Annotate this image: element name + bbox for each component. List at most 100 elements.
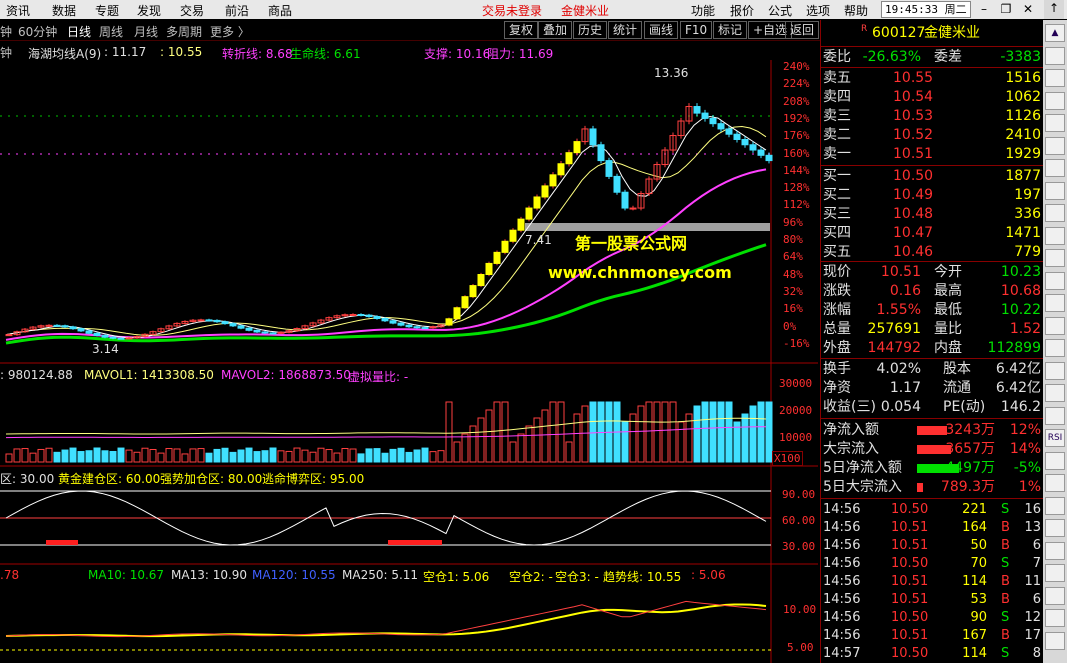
candle-body: [733, 133, 741, 140]
ask-row[interactable]: 卖二 10.52 2410: [821, 126, 1043, 145]
tick-row: 14:56 10.51 164 B 13: [821, 519, 1043, 537]
ask-price: 10.52: [893, 127, 934, 143]
bid-row[interactable]: 买五 10.46 779: [821, 243, 1043, 262]
login-status[interactable]: 交易未登录: [482, 2, 542, 19]
sidebar-button[interactable]: [1045, 69, 1065, 87]
sidebar-button[interactable]: [1045, 159, 1065, 177]
ask-row[interactable]: 卖五 10.55 1516: [821, 69, 1043, 88]
sidebar-button[interactable]: RSI: [1045, 429, 1065, 447]
period-min[interactable]: 钟: [0, 23, 12, 40]
menu-discover[interactable]: 发现: [137, 2, 161, 19]
sidebar-button[interactable]: [1045, 474, 1065, 492]
btn-overlay[interactable]: 叠加: [538, 21, 573, 39]
volume-bar: [13, 448, 21, 463]
sidebar-button[interactable]: [1045, 406, 1065, 425]
btn-stats[interactable]: 统计: [608, 21, 643, 39]
sidebar-button[interactable]: [1045, 136, 1065, 155]
candle-body: [509, 229, 517, 242]
quote-row: 涨幅 1.55% 最低 10.22: [821, 301, 1043, 320]
menu-data[interactable]: 数据: [52, 2, 76, 19]
candle-body: [197, 319, 205, 322]
tick-count: 7: [1032, 556, 1041, 571]
menu-function[interactable]: 功能: [691, 2, 715, 19]
sidebar-button[interactable]: [1045, 541, 1065, 560]
menu-commodity[interactable]: 商品: [268, 2, 292, 19]
sidebar-button[interactable]: [1045, 249, 1065, 267]
sidebar-button[interactable]: [1045, 46, 1065, 65]
ask-row[interactable]: 卖四 10.54 1062: [821, 88, 1043, 107]
sidebar-button[interactable]: [1045, 384, 1065, 402]
ask-row[interactable]: 卖三 10.53 1126: [821, 107, 1043, 126]
bid-row[interactable]: 买四 10.47 1471: [821, 224, 1043, 243]
osc-buy-zone: [388, 540, 442, 545]
btn-history[interactable]: 历史: [573, 21, 608, 39]
quote-row: 总量 257691 量比 1.52: [821, 320, 1043, 339]
ind-vol-v3: 虚拟量比: -: [348, 370, 409, 384]
volume-bar: [301, 449, 309, 463]
restore-icon[interactable]: ❐: [996, 1, 1016, 18]
sidebar-button[interactable]: [1045, 451, 1065, 470]
tick-count: 16: [1024, 502, 1041, 517]
sidebar-button[interactable]: [1045, 294, 1065, 312]
sidebar-button[interactable]: [1045, 316, 1065, 335]
minimize-icon[interactable]: –: [974, 1, 994, 18]
sidebar-button[interactable]: [1045, 519, 1065, 537]
candle-body: [253, 329, 261, 333]
volume-bar: [653, 401, 661, 463]
sidebar-button[interactable]: [1045, 496, 1065, 515]
sidebar-button[interactable]: [1045, 114, 1065, 132]
sidebar-button[interactable]: [1045, 361, 1065, 380]
close-icon[interactable]: ✕: [1018, 1, 1038, 18]
volume-bar: [557, 401, 565, 463]
menu-frontier[interactable]: 前沿: [225, 2, 249, 19]
period-month[interactable]: 月线: [134, 23, 158, 40]
bid-label: 买五: [823, 244, 851, 260]
period-more[interactable]: 更多 〉: [210, 23, 250, 40]
sidebar-button[interactable]: [1045, 91, 1065, 110]
sidebar-button[interactable]: [1045, 271, 1065, 290]
fund-label2: 流通: [943, 380, 971, 396]
period-multi[interactable]: 多周期: [166, 23, 202, 40]
menu-news[interactable]: 资讯: [6, 2, 30, 19]
stock-header: R 600127 金健米业: [821, 24, 1043, 44]
tick-volume: 70: [970, 556, 987, 571]
sidebar-button[interactable]: [1045, 609, 1065, 627]
sidebar-button[interactable]: [1045, 631, 1065, 650]
volume-bar: [341, 448, 349, 463]
volume-bar: [157, 452, 165, 463]
sidebar-button[interactable]: [1045, 204, 1065, 222]
period-day[interactable]: 日线: [67, 23, 91, 40]
menu-formula[interactable]: 公式: [768, 2, 792, 19]
sidebar-button[interactable]: [1045, 226, 1065, 245]
bid-price: 10.48: [893, 206, 934, 222]
volume-bar: [565, 441, 573, 463]
btn-rights[interactable]: 复权: [504, 21, 539, 39]
volume-bar: [21, 448, 29, 463]
quote-row: 现价 10.51 今开 10.23: [821, 263, 1043, 282]
btn-f10[interactable]: F10: [680, 21, 713, 39]
period-60min[interactable]: 60分钟: [18, 23, 57, 40]
btn-mark[interactable]: 标记: [713, 21, 748, 39]
menu-topics[interactable]: 专题: [95, 2, 119, 19]
chart-area[interactable]: 钟 海湖均线A(9) : 11.17 : 10.55 转折线: 8.68 生命线…: [0, 42, 818, 663]
ask-row[interactable]: 卖一 10.51 1929: [821, 145, 1043, 164]
sidebar-button[interactable]: [1045, 339, 1065, 357]
sidebar-button[interactable]: [1045, 181, 1065, 200]
candle-body: [533, 196, 541, 209]
btn-draw[interactable]: 画线: [644, 21, 679, 39]
tick-side: B: [1001, 520, 1010, 535]
btn-back[interactable]: 返回: [785, 21, 820, 39]
bid-row[interactable]: 买二 10.49 197: [821, 186, 1043, 205]
menu-trade[interactable]: 交易: [180, 2, 204, 19]
sidebar-button[interactable]: [1045, 564, 1065, 582]
bid-row[interactable]: 买三 10.48 336: [821, 205, 1043, 224]
menu-help[interactable]: 帮助: [844, 2, 868, 19]
menu-quote[interactable]: 报价: [730, 2, 754, 19]
bid-row[interactable]: 买一 10.50 1877: [821, 167, 1043, 186]
menu-options[interactable]: 选项: [806, 2, 830, 19]
sidebar-button[interactable]: [1045, 586, 1065, 605]
volume-bar: [677, 421, 685, 463]
sidebar-button[interactable]: ▲: [1045, 24, 1065, 42]
period-week[interactable]: 周线: [99, 23, 123, 40]
sidebar-up-icon[interactable]: ↑: [1044, 0, 1064, 19]
